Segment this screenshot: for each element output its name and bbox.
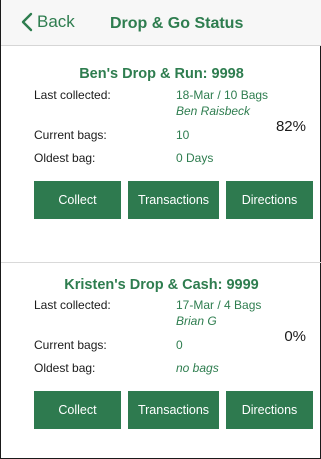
- fill-percent: 82%: [275, 118, 306, 135]
- collector-name: Brian G: [176, 314, 217, 328]
- current-bags-label: Current bags:: [34, 128, 107, 142]
- collect-button[interactable]: Collect: [34, 181, 121, 219]
- app-frame: Back Drop & Go Status Ben's Drop & Run: …: [0, 0, 321, 459]
- station-card: Kristen's Drop & Cash: 9999 Last collect…: [1, 263, 321, 459]
- chevron-left-icon: [21, 12, 33, 32]
- directions-button[interactable]: Directions: [226, 391, 313, 429]
- oldest-bag-label: Oldest bag:: [34, 151, 96, 165]
- station-name: Ben's Drop & Run: 9998: [79, 66, 244, 82]
- last-collected-label: Last collected:: [34, 298, 111, 312]
- transactions-button[interactable]: Transactions: [128, 181, 219, 219]
- oldest-bag-value: 0 Days: [176, 151, 214, 165]
- current-bags-value: 0: [176, 338, 183, 352]
- back-button[interactable]: Back: [21, 12, 75, 32]
- page-title: Drop & Go Status: [110, 15, 244, 32]
- last-collected-value: 18-Mar / 10 Bags: [176, 88, 269, 102]
- station-name: Kristen's Drop & Cash: 9999: [64, 277, 259, 293]
- transactions-button[interactable]: Transactions: [128, 391, 219, 429]
- current-bags-label: Current bags:: [34, 338, 107, 352]
- oldest-bag-label: Oldest bag:: [34, 361, 96, 375]
- last-collected-value: 17-Mar / 4 Bags: [176, 298, 262, 312]
- back-label: Back: [37, 12, 75, 31]
- directions-button[interactable]: Directions: [226, 181, 313, 219]
- nav-header: Back Drop & Go Status: [1, 0, 321, 46]
- collector-name: Ben Raisbeck: [176, 104, 251, 118]
- station-card: Ben's Drop & Run: 9998 Last collected: 1…: [1, 46, 321, 263]
- collect-button[interactable]: Collect: [34, 391, 121, 429]
- fill-percent: 0%: [284, 328, 306, 345]
- last-collected-label: Last collected:: [34, 88, 111, 102]
- oldest-bag-value: no bags: [176, 361, 219, 375]
- current-bags-value: 10: [176, 128, 190, 142]
